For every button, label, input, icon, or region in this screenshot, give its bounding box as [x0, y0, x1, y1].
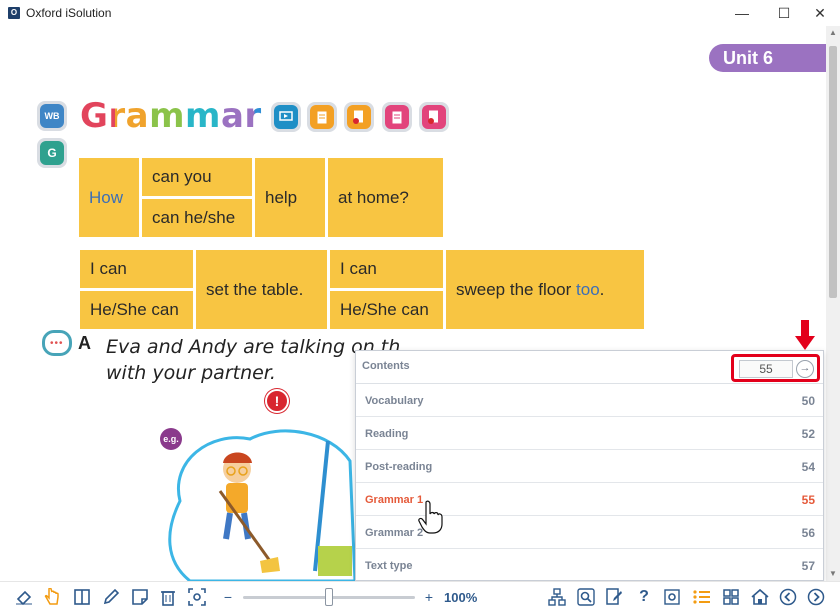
table1-can-heshe: can he/she	[142, 199, 252, 237]
zoom-percentage: 100%	[444, 590, 478, 605]
contents-label: Contents	[362, 360, 410, 372]
contents-item-page: 50	[801, 394, 815, 408]
quiz-icon	[385, 105, 409, 129]
document-edit-icon[interactable]	[604, 588, 624, 606]
contents-list-icon[interactable]	[692, 588, 712, 606]
scroll-up-icon[interactable]: ▲	[826, 26, 840, 40]
table2-i-can: I can	[80, 250, 193, 288]
zoom-slider-thumb[interactable]	[325, 588, 333, 606]
close-button[interactable]: ✕	[800, 0, 840, 26]
illustration-boy-sweeping	[168, 429, 357, 581]
scroll-down-icon[interactable]: ▼	[826, 567, 840, 581]
quiz-answer-icon	[422, 105, 446, 129]
contents-item-page: 56	[801, 526, 815, 540]
highlight-box	[731, 354, 820, 382]
bottom-toolbar: − + 100% ?	[0, 581, 840, 611]
contents-item-name: Text type	[365, 560, 413, 572]
section-letter: A	[78, 333, 91, 353]
page-title: Grammar 1	[80, 96, 298, 136]
eraser-icon[interactable]	[14, 588, 34, 606]
table1-how-text: How	[89, 187, 124, 207]
contents-item-page: 54	[801, 460, 815, 474]
window-title: Oxford iSolution	[26, 6, 112, 20]
search-page-icon[interactable]	[576, 588, 596, 606]
table2-i-can-2: I can	[330, 250, 443, 288]
next-page-icon[interactable]	[806, 588, 826, 606]
contents-item-page: 52	[801, 427, 815, 441]
contents-item-name: Post-reading	[365, 461, 433, 473]
contents-item-page: 57	[801, 559, 815, 573]
contents-item-name: Grammar 1	[365, 494, 424, 506]
split-view-icon[interactable]	[72, 588, 92, 606]
info-button[interactable]: !	[265, 389, 289, 413]
zoom-out-button[interactable]: −	[218, 588, 238, 606]
settings-icon[interactable]	[662, 588, 682, 606]
vertical-scrollbar[interactable]: ▲ ▼	[826, 26, 840, 581]
answer-sheet-icon	[347, 105, 371, 129]
grammar-icon: G	[40, 141, 64, 165]
thumbnails-icon[interactable]	[721, 588, 741, 606]
table1-at-home: at home?	[328, 158, 443, 237]
fit-screen-icon[interactable]	[187, 588, 207, 606]
help-icon[interactable]: ?	[634, 588, 654, 606]
table2-heshe-can: He/She can	[80, 291, 193, 329]
table2-sweep: sweep the floor too.	[446, 250, 644, 329]
contents-item[interactable]: Reading 52	[356, 417, 823, 450]
workbook-icon: WB	[40, 104, 64, 128]
contents-item-name: Reading	[365, 428, 409, 440]
home-icon[interactable]	[750, 588, 770, 606]
minimize-button[interactable]: —	[722, 0, 762, 26]
unit-tab: Unit 6	[709, 44, 826, 72]
trash-icon[interactable]	[158, 588, 178, 606]
quiz-answer-button[interactable]	[419, 102, 449, 132]
table1-can-you: can you	[142, 158, 252, 196]
app-window: O Oxford iSolution — ☐ ✕ Unit 6 WB G Gra…	[0, 0, 840, 611]
quiz-button[interactable]	[382, 102, 412, 132]
table2-set-table: set the table.	[196, 250, 327, 329]
table2-sweep-text: sweep the floor	[456, 279, 572, 299]
table1-how: How	[79, 158, 139, 237]
contents-header: Contents 55 →	[356, 351, 823, 384]
app-logo-icon: O	[8, 7, 20, 19]
zoom-in-button[interactable]: +	[419, 588, 439, 606]
contents-panel: Contents 55 → Vocabulary 50 Reading 52 Post-…	[355, 350, 824, 582]
contents-item-name: Vocabulary	[365, 395, 424, 407]
scrollbar-thumb[interactable]	[829, 46, 837, 298]
contents-item[interactable]: Post-reading 54	[356, 450, 823, 483]
table2-too-text: too	[576, 279, 600, 299]
worksheet-icon	[310, 105, 334, 129]
maximize-button[interactable]: ☐	[764, 0, 804, 26]
pen-icon[interactable]	[101, 588, 121, 606]
table2-period: .	[599, 279, 605, 299]
speech-dots: •••	[50, 338, 64, 349]
contents-item[interactable]: Text type 57	[356, 549, 823, 582]
title-bar: O Oxford iSolution — ☐ ✕	[0, 0, 840, 26]
hand-cursor-icon	[418, 500, 443, 534]
table2-heshe-can-2: He/She can	[330, 291, 443, 329]
hand-tool-icon[interactable]	[42, 588, 62, 606]
down-arrow-indicator-icon	[795, 320, 815, 350]
sticky-note-icon[interactable]	[130, 588, 150, 606]
page-title-text: Grammar 1	[80, 96, 299, 136]
speaking-icon: •••	[42, 330, 72, 356]
presentation-button[interactable]	[271, 102, 301, 132]
contents-item[interactable]: Vocabulary 50	[356, 384, 823, 417]
previous-page-icon[interactable]	[778, 588, 798, 606]
worksheet-button[interactable]	[307, 102, 337, 132]
grammar-button[interactable]: G	[37, 138, 67, 168]
contents-item-page: 55	[801, 493, 815, 507]
contents-item-name: Grammar 2	[365, 527, 424, 539]
presentation-icon	[274, 105, 298, 129]
workbook-button[interactable]: WB	[37, 101, 67, 131]
sitemap-icon[interactable]	[547, 588, 567, 606]
answer-sheet-button[interactable]	[344, 102, 374, 132]
table1-help: help	[255, 158, 325, 237]
